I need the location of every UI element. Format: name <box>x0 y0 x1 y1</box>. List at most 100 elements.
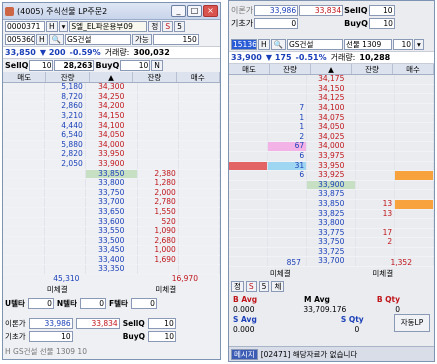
header-price[interactable]: ▲ <box>90 72 134 82</box>
bottom-sellq-value[interactable]: 10 <box>147 317 176 329</box>
sell-cell[interactable] <box>229 113 269 124</box>
sell-cell[interactable] <box>3 169 45 180</box>
orderbook-row[interactable]: 67 34,000 <box>229 142 434 152</box>
orderbook-row[interactable]: 6 33,925 <box>229 171 434 181</box>
sell-cell[interactable] <box>229 170 269 181</box>
sell-cell[interactable] <box>3 149 45 160</box>
buy-cell[interactable] <box>394 170 434 181</box>
sell-cell[interactable] <box>3 140 45 151</box>
sell-cell[interactable] <box>3 217 45 228</box>
sell-cell[interactable] <box>3 83 45 93</box>
sell-cell[interactable] <box>3 130 45 141</box>
buy-cell[interactable] <box>394 113 434 124</box>
sell-cell[interactable] <box>229 161 269 172</box>
orderbook-row[interactable]: 33,650 1,550 <box>3 207 220 218</box>
buyq-input[interactable]: 10 <box>368 18 395 29</box>
sell-cell[interactable] <box>3 255 45 266</box>
sell-cell[interactable] <box>3 226 45 237</box>
buy-cell[interactable] <box>178 245 220 256</box>
sell-cell[interactable] <box>229 199 269 210</box>
buy-cell[interactable] <box>178 226 220 237</box>
bottom-buyq-value[interactable]: 10 <box>148 330 177 342</box>
buy-cell[interactable] <box>394 228 434 239</box>
sell-cell[interactable] <box>3 197 45 208</box>
orderbook-row[interactable]: 33,800 <box>229 218 434 229</box>
buy-cell[interactable] <box>178 101 220 112</box>
sell-cell[interactable] <box>229 237 269 248</box>
buy-cell[interactable] <box>178 197 220 208</box>
buy-cell[interactable] <box>178 159 220 170</box>
five-button[interactable]: 5 <box>258 280 270 292</box>
buy-cell[interactable] <box>394 180 434 191</box>
five-button[interactable]: 5 <box>174 21 185 32</box>
buy-cell[interactable] <box>394 93 434 104</box>
buy-cell[interactable] <box>394 122 434 133</box>
buy-cell[interactable] <box>178 149 220 160</box>
buy-cell[interactable] <box>394 84 434 95</box>
sell-cell[interactable] <box>3 178 45 189</box>
minimize-button[interactable]: _ <box>171 5 186 17</box>
buy-cell[interactable] <box>178 207 220 218</box>
sell-cell[interactable] <box>3 245 45 256</box>
buy-cell[interactable] <box>394 189 434 200</box>
search-icon[interactable]: 🔍 <box>270 39 286 50</box>
header-price[interactable]: ▲ <box>311 64 352 74</box>
buy-cell[interactable] <box>394 237 434 248</box>
account-type[interactable]: H <box>46 21 58 32</box>
execution-button[interactable]: 체 <box>271 280 285 292</box>
sell-cell[interactable] <box>229 218 269 229</box>
buy-cell[interactable] <box>394 209 434 220</box>
sell-cell[interactable] <box>229 228 269 239</box>
sell-cell[interactable] <box>229 132 269 143</box>
buy-cell[interactable] <box>178 217 220 228</box>
buy-cell[interactable] <box>178 92 220 103</box>
buy-cell[interactable] <box>178 83 220 93</box>
orderbook-row[interactable]: 6 33,975 <box>229 151 434 162</box>
sell-cell[interactable] <box>229 180 269 191</box>
buy-cell[interactable] <box>178 188 220 199</box>
buy-cell[interactable] <box>178 169 220 180</box>
buy-cell[interactable] <box>394 161 434 172</box>
code-type[interactable]: H <box>258 39 270 50</box>
unfilled-sell[interactable]: 미체결 <box>47 284 68 295</box>
sellq-input[interactable]: 10 <box>368 5 395 16</box>
orderbook-row[interactable]: 2,820 33,950 <box>3 150 220 160</box>
sell-cell[interactable] <box>229 122 269 133</box>
orderbook-row[interactable]: 1 34,050 <box>229 123 434 133</box>
orderbook-row[interactable]: 3,210 34,150 <box>3 111 220 122</box>
account-input[interactable]: 0000371 <box>5 21 45 32</box>
sell-cell[interactable] <box>3 188 45 199</box>
orderbook-row[interactable]: 33,875 <box>229 190 434 200</box>
maximize-button[interactable]: □ <box>187 5 202 17</box>
sell-cell[interactable] <box>229 247 269 258</box>
sell-cell[interactable] <box>229 141 269 152</box>
sell-cell[interactable] <box>3 92 45 103</box>
buy-cell[interactable] <box>178 140 220 151</box>
sell-cell[interactable] <box>229 189 269 200</box>
buy-cell[interactable] <box>178 178 220 189</box>
qty-dropdown-icon[interactable]: ▾ <box>413 39 424 50</box>
sell-cell[interactable] <box>229 103 269 114</box>
unfilled-buy[interactable]: 미체결 <box>372 268 393 279</box>
orderbook-row[interactable]: 34,175 <box>229 74 434 85</box>
sell-cell[interactable] <box>229 151 269 162</box>
sell-cell[interactable] <box>3 101 45 112</box>
search-icon[interactable]: 🔍 <box>48 34 64 45</box>
buy-cell[interactable] <box>394 75 434 85</box>
sellq-input[interactable]: 10 <box>29 60 54 71</box>
orderbook-row[interactable]: 33,850 13 <box>229 199 434 210</box>
unit-value[interactable]: 150 <box>152 34 199 45</box>
buy-cell[interactable] <box>178 111 220 122</box>
qty-input[interactable]: 10 <box>392 39 413 50</box>
sell-cell[interactable] <box>229 75 269 85</box>
buyq-input[interactable]: 10 <box>120 60 151 71</box>
close-button[interactable]: × <box>203 5 218 17</box>
sell-cell[interactable] <box>229 93 269 104</box>
orderbook-row[interactable]: 2,050 33,900 <box>3 159 220 170</box>
buy-cell[interactable] <box>394 247 434 258</box>
n-button[interactable]: N <box>151 60 163 71</box>
buy-cell[interactable] <box>394 132 434 143</box>
buy-cell[interactable] <box>394 199 434 210</box>
buy-cell[interactable] <box>394 141 434 152</box>
sell-cell[interactable] <box>229 209 269 220</box>
